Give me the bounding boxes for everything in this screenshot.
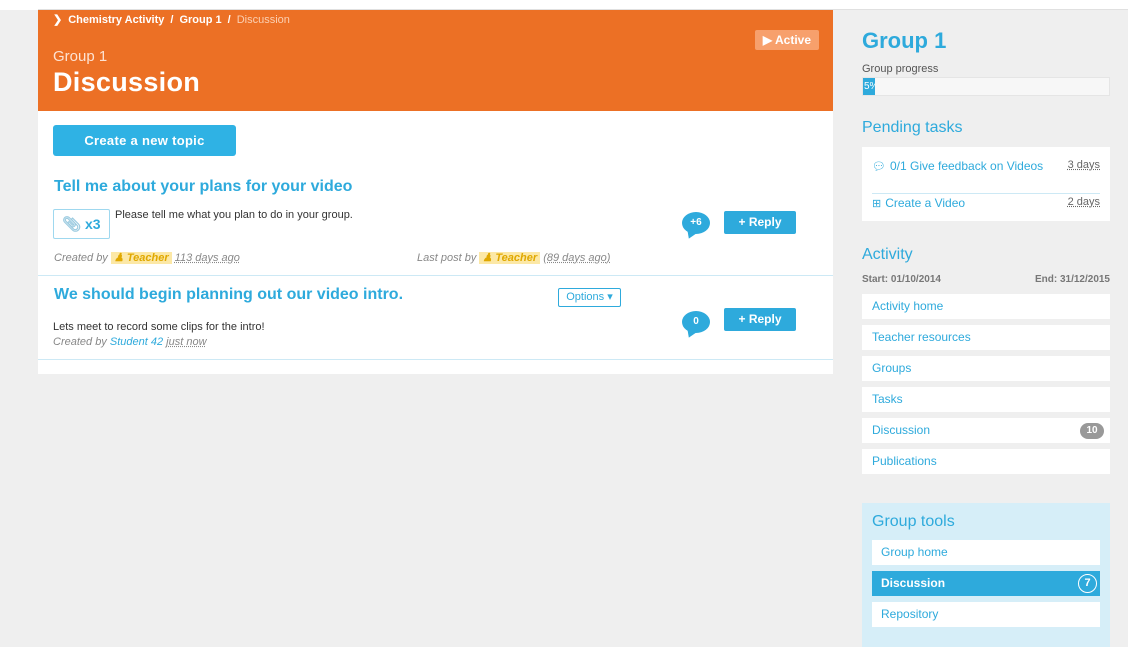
topic-created-meta: Created by Student 42 just now <box>53 336 207 348</box>
progress-bar: 5% <box>862 77 1110 96</box>
activity-end: End: 31/12/2015 <box>1034 274 1110 285</box>
task-label: Create a Video <box>885 196 966 210</box>
top-strip <box>0 0 1128 10</box>
tool-item-repository[interactable]: Repository <box>872 602 1100 627</box>
options-dropdown[interactable]: Options ▾ <box>558 288 621 307</box>
topic-last-post-meta: Last post by ♟︎ Teacher (89 days ago) <box>417 251 610 264</box>
user-icon: ♟︎ <box>482 252 493 264</box>
sidebar-item-publications[interactable]: Publications <box>862 449 1110 474</box>
sidebar-item-teacher-resources[interactable]: Teacher resources <box>862 325 1110 350</box>
created-time: just now <box>166 336 207 348</box>
pending-tasks-list: 💬︎ 0/1 Give feedback on Videos 3 days ⊞ Cr… <box>862 147 1110 221</box>
pending-tasks-heading: Pending tasks <box>862 119 963 136</box>
pending-task-item[interactable]: ⊞ Create a Video 2 days <box>872 196 1100 210</box>
sidebar-item-discussion[interactable]: Discussion 10 <box>862 418 1110 443</box>
task-due: 3 days <box>1067 159 1100 171</box>
topic-title[interactable]: We should begin planning out our video i… <box>54 286 403 304</box>
group-title: Group 1 <box>862 28 947 53</box>
progress-fill: 5% <box>863 78 875 95</box>
user-icon: ♟︎ <box>113 252 124 264</box>
page-subtitle: Group 1 <box>53 48 108 65</box>
pending-task-item[interactable]: 💬︎ 0/1 Give feedback on Videos 3 days <box>872 159 1100 194</box>
reply-button[interactable]: + Reply <box>724 308 796 331</box>
topic-item: Tell me about your plans for your video … <box>38 171 833 276</box>
topic-body: Please tell me what you plan to do in yo… <box>115 209 353 221</box>
author-badge[interactable]: ♟︎ Teacher <box>110 252 172 264</box>
last-post-time: (89 days ago) <box>543 252 611 264</box>
group-tools-heading: Group tools <box>872 513 955 530</box>
task-label: 0/1 Give feedback on Videos <box>889 159 1044 173</box>
page-header: ❯ Chemistry Activity / Group 1 / Discuss… <box>38 10 833 111</box>
task-due: 2 days <box>1067 196 1100 208</box>
status-badge: ▶ Active <box>754 30 819 50</box>
sidebar-item-groups[interactable]: Groups <box>862 356 1110 381</box>
sidebar-item-activity-home[interactable]: Activity home <box>862 294 1110 319</box>
activity-heading: Activity <box>862 246 913 263</box>
created-time: 113 days ago <box>174 252 240 264</box>
page-title: Discussion <box>53 67 201 97</box>
breadcrumb-separator: / <box>170 13 174 26</box>
tool-item-label: Discussion <box>881 576 946 590</box>
attachment-count: x3 <box>84 216 101 232</box>
main-column: ❯ Chemistry Activity / Group 1 / Discuss… <box>38 10 833 374</box>
created-prefix: Created by <box>53 336 107 348</box>
tool-item-discussion[interactable]: Discussion 7 <box>872 571 1100 596</box>
comment-icon: 💬︎ <box>872 161 886 173</box>
create-topic-button[interactable]: Create a new topic <box>53 125 236 156</box>
last-post-author: Teacher <box>495 252 538 264</box>
topic-item: We should begin planning out our video i… <box>38 276 833 360</box>
breadcrumb: ❯ Chemistry Activity / Group 1 / Discuss… <box>53 13 290 27</box>
author-link[interactable]: Student 42 <box>110 336 163 348</box>
last-post-prefix: Last post by <box>417 252 477 264</box>
topics-panel: Create a new topic Tell me about your pl… <box>38 111 833 374</box>
group-tools-panel: Group tools Group home Discussion 7 Repo… <box>862 503 1110 647</box>
breadcrumb-current: Discussion <box>236 13 290 26</box>
tool-item-group-home[interactable]: Group home <box>872 540 1100 565</box>
author-name: Teacher <box>126 252 169 264</box>
paperclip-icon: 📎︎ <box>62 216 82 233</box>
reply-count-bubble[interactable]: 0 <box>682 311 710 333</box>
topic-title[interactable]: Tell me about your plans for your video <box>54 178 352 196</box>
topic-body: Lets meet to record some clips for the i… <box>53 321 265 333</box>
reply-count-bubble[interactable]: +6 <box>682 212 710 234</box>
sidebar-item-tasks[interactable]: Tasks <box>862 387 1110 412</box>
attachments-button[interactable]: 📎︎ x3 <box>53 209 110 239</box>
last-post-author-badge[interactable]: ♟︎ Teacher <box>479 252 541 264</box>
file-plus-icon: ⊞ <box>872 198 882 210</box>
breadcrumb-group[interactable]: Group 1 <box>179 14 221 26</box>
created-prefix: Created by <box>54 252 108 264</box>
progress-label: Group progress <box>862 63 939 75</box>
tool-count-badge: 7 <box>1078 574 1097 593</box>
chevron-right-icon: ❯ <box>53 14 63 26</box>
activity-dates: Start: 01/10/2014 End: 31/12/2015 <box>862 274 1110 285</box>
topic-created-meta: Created by ♟︎ Teacher 113 days ago <box>54 251 240 264</box>
breadcrumb-separator: / <box>227 13 231 26</box>
breadcrumb-activity[interactable]: Chemistry Activity <box>68 14 164 26</box>
discussion-count-badge: 10 <box>1080 423 1104 439</box>
sidebar-item-label: Discussion <box>872 423 931 437</box>
activity-start: Start: 01/10/2014 <box>862 274 941 285</box>
reply-button[interactable]: + Reply <box>724 211 796 234</box>
